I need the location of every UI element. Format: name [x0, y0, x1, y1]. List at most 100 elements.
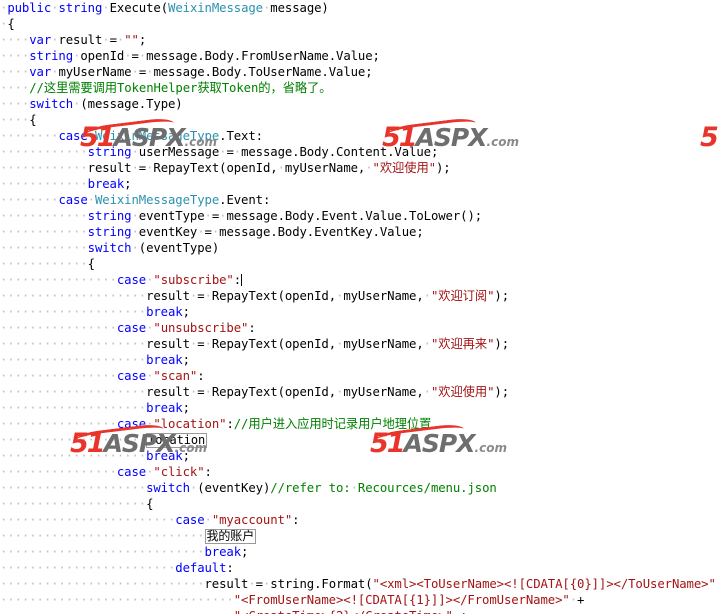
code-line[interactable]: ················case·"subscribe": — [0, 272, 718, 288]
indent-guide: ···· — [0, 49, 30, 63]
whitespace-dot: · — [423, 337, 431, 351]
code-line[interactable]: ····················result·=·RepayText(o… — [0, 384, 718, 400]
type-token: WeixinMessageType — [94, 193, 220, 207]
code-line[interactable]: ············string·userMessage·=·message… — [0, 144, 718, 160]
code-line[interactable]: ····switch·(message.Type) — [0, 96, 718, 112]
keyword-token: case — [58, 193, 88, 207]
code-line[interactable]: ············result·=·RepayText(openId,·m… — [0, 160, 718, 176]
plain-token: { — [87, 257, 95, 271]
code-line[interactable]: ···················· location — [0, 432, 718, 448]
plain-token: ); — [435, 161, 451, 175]
string-token: "欢迎再来" — [430, 337, 495, 351]
snippet-placeholder-field[interactable]: 我的账户 — [204, 529, 257, 544]
indent-guide: ···················· — [0, 305, 147, 319]
indent-guide: ···················· — [0, 449, 147, 463]
indent-guide: ············ — [0, 225, 88, 239]
code-text-area[interactable]: ·public·string·Execute(WeixinMessage·mes… — [0, 0, 718, 614]
whitespace-dot: · — [131, 241, 139, 255]
comment-token: //这里需要调用TokenHelper获取Token的，省略了。 — [29, 81, 332, 95]
indent-guide: ···························· — [0, 545, 205, 559]
code-line[interactable]: ····var·result·=·""; — [0, 32, 718, 48]
code-line[interactable]: ················case·"location"://用户进入应用… — [0, 416, 718, 432]
code-line[interactable]: ················case·"unsubscribe": — [0, 320, 718, 336]
code-line[interactable]: ·{ — [0, 16, 718, 32]
plain-token: RepayText(openId, — [211, 385, 337, 399]
code-line[interactable]: ····{ — [0, 112, 718, 128]
code-line[interactable]: ····················{ — [0, 496, 718, 512]
whitespace-dot: · — [365, 161, 373, 175]
code-line[interactable]: ····················result·=·RepayText(o… — [0, 288, 718, 304]
code-line[interactable]: ····················break; — [0, 352, 718, 368]
indent-guide: ···· — [0, 33, 30, 47]
text-caret — [241, 274, 243, 286]
plain-token: : — [204, 465, 212, 479]
plain-token: ; — [182, 353, 190, 367]
indent-guide: ···· — [0, 97, 30, 111]
plain-token: ; — [241, 545, 249, 559]
plain-token: eventType — [138, 209, 205, 223]
code-line[interactable]: ····························break; — [0, 544, 718, 560]
plain-token: message.Body.EventKey.Value; — [219, 225, 424, 239]
indent-guide: ···························· — [0, 529, 205, 543]
keyword-token: var — [29, 33, 52, 47]
plain-token: = — [197, 385, 205, 399]
plain-token: RepayText(openId, — [153, 161, 278, 175]
keyword-token: switch — [87, 241, 132, 255]
plain-token: ; — [182, 449, 190, 463]
plain-token: = — [255, 577, 263, 591]
comment-token: //用户进入应用时记录用户地理位置 — [233, 417, 432, 431]
plain-token: : — [197, 369, 205, 383]
plain-token: : — [292, 513, 300, 527]
plain-token: result — [146, 385, 190, 399]
code-line[interactable]: ····var·myUserName·=·message.Body.ToUser… — [0, 64, 718, 80]
code-line[interactable]: ····················break; — [0, 304, 718, 320]
code-line[interactable]: ····················break; — [0, 400, 718, 416]
plain-token: ); — [494, 289, 509, 303]
keyword-token: case — [116, 273, 147, 287]
plain-token: ); — [494, 337, 509, 351]
plain-token: { — [29, 113, 37, 127]
plain-token: ; — [365, 65, 373, 79]
code-line[interactable]: ····················result·=·RepayText(o… — [0, 336, 718, 352]
code-line[interactable]: ················case·"click": — [0, 464, 718, 480]
type-token: WeixinMessageType — [94, 129, 220, 143]
plain-token: ; — [182, 305, 190, 319]
whitespace-dot: · — [131, 65, 139, 79]
code-line[interactable]: ························case·"myaccount"… — [0, 512, 718, 528]
whitespace-dot: · — [204, 513, 212, 527]
code-line[interactable]: ············string·eventType·=·message.B… — [0, 208, 718, 224]
code-line[interactable]: ····························result·=·str… — [0, 576, 718, 592]
plain-token: result — [204, 577, 249, 591]
whitespace-dot: · — [204, 337, 212, 351]
code-line[interactable]: ············break; — [0, 176, 718, 192]
string-token: "<FromUserName><![CDATA[{1}]]></FromUser… — [233, 593, 570, 607]
code-editor-surface[interactable]: 51ASPX.com 51ASPX.com 51ASPX.com 51ASPX.com… — [0, 0, 718, 614]
code-line[interactable]: ····//这里需要调用TokenHelper获取Token的，省略了。 — [0, 80, 718, 96]
whitespace-dot: · — [131, 145, 139, 159]
plain-token: message.Body.Content.Value; — [241, 145, 439, 159]
code-line[interactable]: ································"<Create… — [0, 608, 718, 614]
code-line[interactable]: ····················switch · (eventKey)//r… — [0, 480, 718, 496]
code-line[interactable]: ········case·WeixinMessageType.Event: — [0, 192, 718, 208]
plain-token: string.Format( — [270, 577, 373, 591]
keyword-token: string — [58, 1, 103, 15]
code-line[interactable]: ···························· 我的账户 — [0, 528, 718, 544]
whitespace-dot: · — [131, 225, 139, 239]
code-line[interactable]: ························default: — [0, 560, 718, 576]
code-line[interactable]: ········case·WeixinMessageType.Text: — [0, 128, 718, 144]
code-line[interactable]: ············switch·(eventType) — [0, 240, 718, 256]
code-line[interactable]: ················case·"scan": — [0, 368, 718, 384]
snippet-placeholder-field[interactable]: location — [146, 433, 208, 448]
indent-guide: ················ — [0, 369, 117, 383]
code-line[interactable]: ············{ — [0, 256, 718, 272]
whitespace-dot: · — [131, 209, 139, 223]
string-token: "scan" — [153, 369, 198, 383]
keyword-token: public — [7, 1, 52, 15]
plain-token: = — [197, 289, 205, 303]
code-line[interactable]: ····················break; — [0, 448, 718, 464]
code-line[interactable]: ············string·eventKey·=·message.Bo… — [0, 224, 718, 240]
code-line[interactable]: ·public·string·Execute(WeixinMessage·mes… — [0, 0, 718, 16]
plain-token: userMessage — [138, 145, 220, 159]
code-line[interactable]: ································"<FromUs… — [0, 592, 718, 608]
code-line[interactable]: ····string·openId·=·message.Body.FromUse… — [0, 48, 718, 64]
